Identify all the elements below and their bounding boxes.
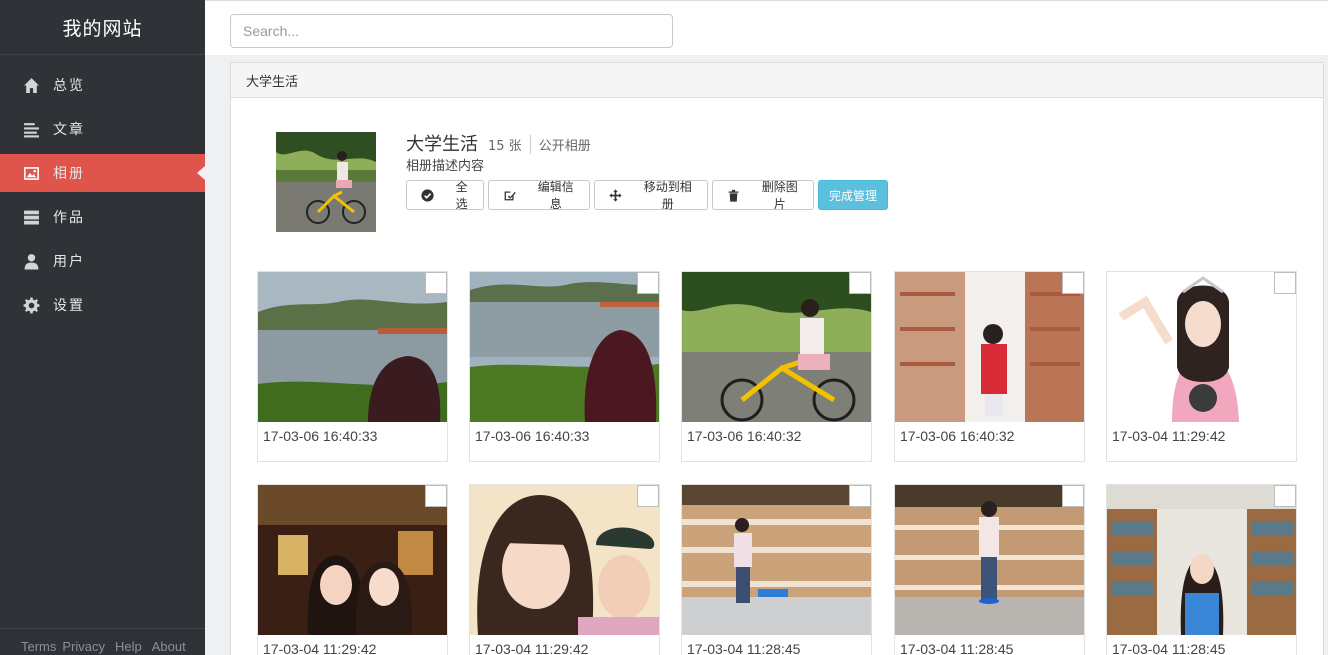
photo-card[interactable]: 17-03-06 16:40:32 bbox=[681, 271, 872, 462]
photo-select-checkbox[interactable] bbox=[849, 485, 871, 507]
terms-link[interactable]: Terms bbox=[21, 639, 56, 654]
search-input[interactable] bbox=[230, 14, 673, 48]
photo-card[interactable]: 17-03-04 11:29:42 bbox=[257, 484, 448, 655]
photo-thumbnail[interactable] bbox=[1107, 485, 1296, 635]
sidebar-item-articles[interactable]: 文章 bbox=[0, 110, 205, 148]
album-panel: 大学生活 大学生活 15 张 公开相册 相册描述内容 全选 编辑信息 移动到相册… bbox=[230, 62, 1324, 655]
album-description: 相册描述内容 bbox=[406, 159, 485, 174]
photo-card[interactable]: 17-03-04 11:28:45 bbox=[894, 484, 1085, 655]
sidebar: 我的网站 总览 文章 相册 作品 用户 设置 Terms Privacy Hel… bbox=[0, 0, 205, 655]
photo-select-checkbox[interactable] bbox=[425, 272, 447, 294]
album-cover[interactable] bbox=[276, 132, 376, 232]
photo-select-checkbox[interactable] bbox=[1274, 272, 1296, 294]
photo-thumbnail[interactable] bbox=[682, 485, 871, 635]
help-link[interactable]: Help bbox=[115, 639, 142, 654]
server-icon bbox=[22, 208, 40, 226]
delete-photos-button[interactable]: 删除图片 bbox=[712, 180, 814, 211]
delete-label: 删除图片 bbox=[761, 180, 798, 211]
photo-select-checkbox[interactable] bbox=[1062, 485, 1084, 507]
sidebar-item-label: 作品 bbox=[53, 210, 85, 226]
sidebar-item-users[interactable]: 用户 bbox=[0, 242, 205, 280]
move-to-album-button[interactable]: 移动到相册 bbox=[594, 180, 708, 211]
photo-date: 17-03-06 16:40:33 bbox=[263, 428, 378, 444]
photo-date: 17-03-04 11:28:45 bbox=[687, 641, 801, 655]
photo-thumbnail[interactable] bbox=[895, 485, 1084, 635]
site-brand[interactable]: 我的网站 bbox=[0, 0, 205, 55]
photo-card[interactable]: 17-03-06 16:40:33 bbox=[257, 271, 448, 462]
gear-icon bbox=[22, 296, 40, 314]
photo-date: 17-03-04 11:28:45 bbox=[1112, 641, 1226, 655]
trash-icon bbox=[727, 188, 741, 202]
photo-card[interactable]: 17-03-06 16:40:32 bbox=[894, 271, 1085, 462]
panel-title: 大学生活 bbox=[231, 63, 1323, 98]
image-icon bbox=[22, 164, 40, 182]
album-name: 大学生活 bbox=[406, 134, 478, 155]
photo-thumbnail[interactable] bbox=[470, 485, 659, 635]
album-visibility: 公开相册 bbox=[538, 139, 591, 154]
photo-card[interactable]: 17-03-04 11:29:42 bbox=[469, 484, 660, 655]
sidebar-item-settings[interactable]: 设置 bbox=[0, 286, 205, 324]
edit-info-label: 编辑信息 bbox=[537, 180, 574, 211]
edit-info-button[interactable]: 编辑信息 bbox=[488, 180, 590, 211]
photo-select-checkbox[interactable] bbox=[637, 272, 659, 294]
sidebar-item-album[interactable]: 相册 bbox=[0, 154, 205, 192]
photo-date: 17-03-06 16:40:32 bbox=[687, 428, 802, 444]
sidebar-item-works[interactable]: 作品 bbox=[0, 198, 205, 236]
about-link[interactable]: About bbox=[152, 639, 186, 654]
photo-thumbnail[interactable] bbox=[470, 272, 659, 422]
photo-select-checkbox[interactable] bbox=[1274, 485, 1296, 507]
finish-manage-button[interactable]: 完成管理 bbox=[818, 180, 888, 210]
photo-date: 17-03-04 11:29:42 bbox=[475, 641, 589, 655]
privacy-link[interactable]: Privacy bbox=[62, 639, 105, 654]
user-icon bbox=[22, 252, 40, 270]
photo-card[interactable]: 17-03-06 16:40:33 bbox=[469, 271, 660, 462]
sidebar-item-label: 相册 bbox=[53, 166, 85, 182]
photo-date: 17-03-04 11:28:45 bbox=[900, 641, 1014, 655]
photo-date: 17-03-04 11:29:42 bbox=[1112, 428, 1226, 444]
photo-date: 17-03-06 16:40:32 bbox=[900, 428, 1015, 444]
edit-icon bbox=[503, 188, 517, 202]
sidebar-item-overview[interactable]: 总览 bbox=[0, 66, 205, 104]
check-circle-icon bbox=[421, 188, 434, 202]
article-icon bbox=[22, 120, 40, 138]
select-all-button[interactable]: 全选 bbox=[406, 180, 484, 211]
select-all-label: 全选 bbox=[455, 180, 468, 211]
photo-select-checkbox[interactable] bbox=[1062, 272, 1084, 294]
photo-select-checkbox[interactable] bbox=[849, 272, 871, 294]
album-title-row: 大学生活 15 张 公开相册 bbox=[406, 130, 591, 156]
photo-thumbnail[interactable] bbox=[682, 272, 871, 422]
sidebar-item-label: 设置 bbox=[53, 298, 85, 314]
photo-thumbnail[interactable] bbox=[895, 272, 1084, 422]
photo-select-checkbox[interactable] bbox=[637, 485, 659, 507]
photo-thumbnail[interactable] bbox=[258, 485, 447, 635]
photo-date: 17-03-06 16:40:33 bbox=[475, 428, 590, 444]
home-icon bbox=[22, 76, 40, 94]
photo-card[interactable]: 17-03-04 11:28:45 bbox=[1106, 484, 1297, 655]
photo-select-checkbox[interactable] bbox=[425, 485, 447, 507]
sidebar-item-label: 用户 bbox=[53, 254, 85, 270]
topbar bbox=[205, 0, 1328, 55]
photo-thumbnail[interactable] bbox=[258, 272, 447, 422]
move-icon bbox=[609, 188, 623, 202]
sidebar-footer: Terms Privacy Help About bbox=[0, 628, 205, 655]
photo-date: 17-03-04 11:29:42 bbox=[263, 641, 377, 655]
photo-count: 15 张 bbox=[488, 135, 531, 154]
move-to-label: 移动到相册 bbox=[643, 180, 692, 211]
sidebar-item-label: 文章 bbox=[53, 122, 85, 138]
photo-card[interactable]: 17-03-04 11:29:42 bbox=[1106, 271, 1297, 462]
album-toolbar: 全选 编辑信息 移动到相册 删除图片 完成管理 bbox=[406, 180, 892, 211]
photo-thumbnail[interactable] bbox=[1107, 272, 1296, 422]
photo-card[interactable]: 17-03-04 11:28:45 bbox=[681, 484, 872, 655]
sidebar-item-label: 总览 bbox=[53, 78, 85, 94]
